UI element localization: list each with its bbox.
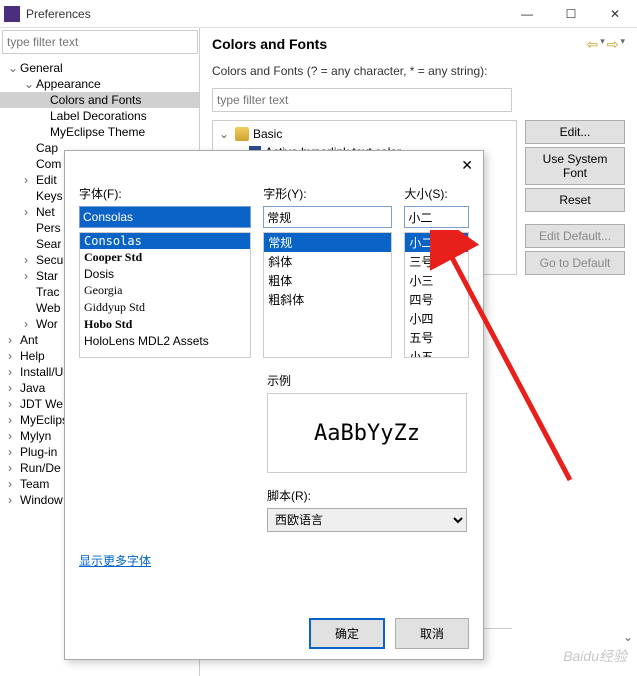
list-item[interactable]: 三号 [405, 252, 468, 271]
edit-button[interactable]: Edit... [525, 120, 625, 144]
tree-item[interactable]: MyEclipse Theme [0, 124, 199, 140]
caret-right-icon: › [8, 365, 20, 379]
tree-item-general[interactable]: ⌄General [0, 60, 199, 76]
font-dialog: ✕ 字体(F): Consolas Cooper Std Dosis Georg… [64, 150, 484, 660]
caret-right-icon: › [24, 205, 36, 219]
list-item[interactable]: Georgia [80, 282, 250, 299]
font-family-list[interactable]: Consolas Cooper Std Dosis Georgia Giddyu… [79, 232, 251, 358]
list-item[interactable]: Giddyup Std [80, 299, 250, 316]
list-item[interactable]: 斜体 [264, 252, 391, 271]
list-item[interactable]: 四号 [405, 290, 468, 309]
close-button[interactable]: ✕ [593, 0, 637, 28]
minimize-button[interactable]: — [505, 0, 549, 28]
list-item[interactable]: HoloLens MDL2 Assets [80, 333, 250, 349]
caret-right-icon: › [8, 413, 20, 427]
caret-right-icon: › [24, 269, 36, 283]
caret-right-icon: › [24, 253, 36, 267]
caret-down-icon: ⌄ [219, 127, 231, 141]
script-label: 脚本(R): [267, 489, 311, 503]
more-fonts-link[interactable]: 显示更多字体 [79, 552, 151, 569]
list-item[interactable]: 小五 [405, 347, 468, 358]
caret-right-icon: › [8, 381, 20, 395]
script-select[interactable]: 西欧语言 [267, 508, 467, 532]
goto-default-button[interactable]: Go to Default [525, 251, 625, 275]
caret-right-icon: › [24, 173, 36, 187]
nav-arrows: ⇦▾ ⇨▾ [586, 36, 625, 53]
list-item[interactable]: Dosis [80, 266, 250, 282]
reset-button[interactable]: Reset [525, 188, 625, 212]
list-item[interactable]: 小二 [405, 233, 468, 252]
caret-right-icon: › [8, 445, 20, 459]
tree-item-basic[interactable]: ⌄ Basic [217, 125, 512, 143]
font-style-list[interactable]: 常规 斜体 粗体 粗斜体 [263, 232, 392, 358]
caret-right-icon: › [8, 349, 20, 363]
caret-right-icon: › [8, 397, 20, 411]
page-title: Colors and Fonts [212, 36, 625, 52]
forward-icon[interactable]: ⇨ [607, 36, 619, 53]
colors-fonts-filter[interactable] [212, 88, 512, 112]
caret-down-icon: ⌄ [24, 77, 36, 91]
titlebar: Preferences — ☐ ✕ [0, 0, 637, 28]
side-buttons: Edit... Use System Font Reset Edit Defau… [525, 120, 625, 275]
tree-item-colors-fonts[interactable]: Colors and Fonts [0, 92, 199, 108]
list-item[interactable]: Hobo Std [80, 316, 250, 333]
list-item[interactable]: 粗斜体 [264, 290, 391, 309]
filter-input[interactable] [2, 30, 198, 54]
caret-right-icon: › [8, 493, 20, 507]
edit-default-button[interactable]: Edit Default... [525, 224, 625, 248]
window-title: Preferences [26, 7, 91, 21]
font-size-list[interactable]: 小二 三号 小三 四号 小四 五号 小五 [404, 232, 469, 358]
dialog-close-button[interactable]: ✕ [461, 157, 473, 174]
sample-label: 示例 [267, 374, 291, 388]
font-style-label: 字形(Y): [263, 185, 392, 202]
caret-right-icon: › [24, 317, 36, 331]
sample-preview: AaBbYyZz [267, 393, 467, 473]
cancel-button[interactable]: 取消 [395, 618, 469, 649]
tree-item-appearance[interactable]: ⌄Appearance [0, 76, 199, 92]
folder-icon [235, 127, 249, 141]
maximize-button[interactable]: ☐ [549, 0, 593, 28]
list-item[interactable]: Cooper Std [80, 249, 250, 266]
list-item[interactable]: 小四 [405, 309, 468, 328]
tree-item[interactable]: Label Decorations [0, 108, 199, 124]
back-icon[interactable]: ⇦ [586, 36, 598, 53]
font-size-label: 大小(S): [404, 185, 469, 202]
caret-right-icon: › [8, 333, 20, 347]
page-description: Colors and Fonts (? = any character, * =… [212, 64, 625, 78]
caret-right-icon: › [8, 461, 20, 475]
caret-right-icon: › [8, 429, 20, 443]
list-item[interactable]: 常规 [264, 233, 391, 252]
use-system-font-button[interactable]: Use System Font [525, 147, 625, 185]
list-item[interactable]: 五号 [405, 328, 468, 347]
app-icon [4, 6, 20, 22]
caret-down-icon: ⌄ [8, 61, 20, 75]
caret-right-icon: › [8, 477, 20, 491]
font-family-input[interactable] [79, 206, 251, 228]
font-size-input[interactable] [404, 206, 469, 228]
ok-button[interactable]: 确定 [309, 618, 385, 649]
watermark: Baidu经验 [563, 646, 627, 666]
list-item[interactable]: Consolas [80, 233, 250, 249]
list-item[interactable]: 粗体 [264, 271, 391, 290]
list-item[interactable]: 小三 [405, 271, 468, 290]
font-family-label: 字体(F): [79, 185, 251, 202]
font-style-input[interactable] [263, 206, 392, 228]
scroll-down-icon[interactable]: ⌄ [623, 630, 633, 644]
